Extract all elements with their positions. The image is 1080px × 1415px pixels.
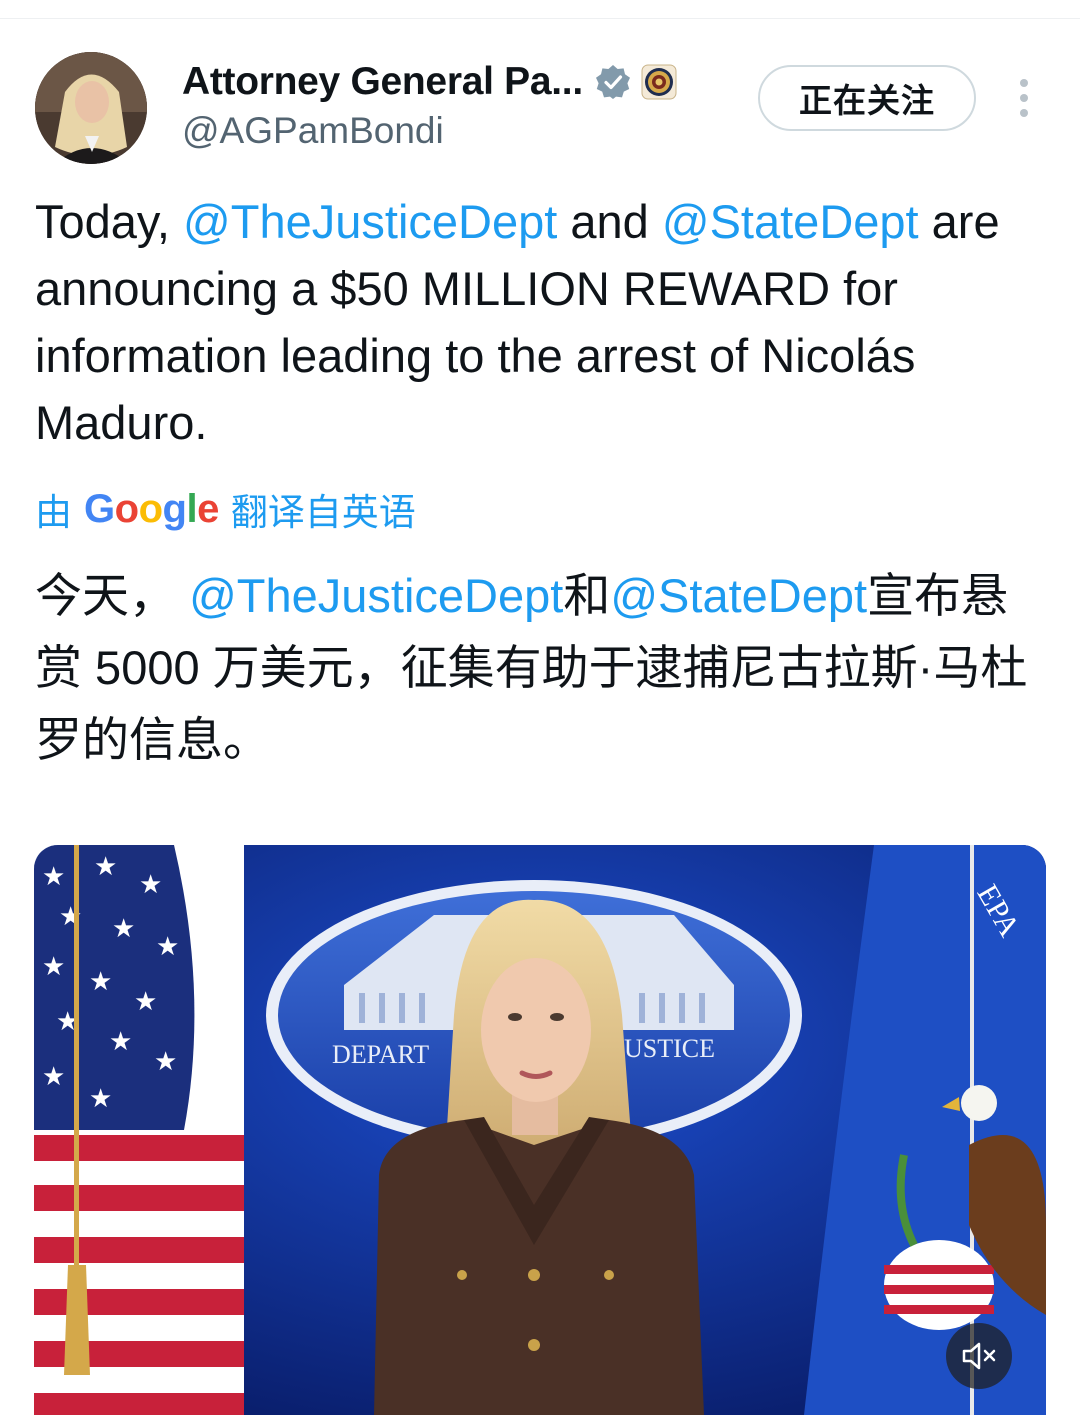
svg-text:★: ★ [109, 1027, 132, 1057]
translated-suffix: 翻译自英语 [230, 492, 416, 533]
translated-text-segment: 和 [563, 569, 611, 622]
mention-link-state-dept[interactable]: @StateDept [662, 195, 919, 248]
google-logo: Google [84, 486, 219, 531]
us-flag: ★ ★★ ★ ★★ ★ ★★ ★★★ ★★ [34, 845, 244, 1415]
svg-text:★: ★ [89, 967, 112, 997]
user-handle[interactable]: @AGPamBondi [182, 110, 444, 152]
following-button[interactable]: 正在关注 [758, 65, 976, 131]
tweet-text-segment: Today, [35, 195, 184, 248]
translated-text: 今天， @TheJusticeDept和@StateDept宣布悬赏 5000 … [35, 560, 1045, 776]
mention-link-justice-dept[interactable]: @TheJusticeDept [189, 569, 563, 622]
tweet-text-segment: and [557, 195, 662, 248]
avatar[interactable] [35, 52, 147, 164]
svg-text:★: ★ [112, 914, 135, 944]
video-frame: DEPART USTICE ★ ★★ ★ ★★ ★ ★★ ★★★ ★★ EPA [34, 845, 1046, 1415]
backdrop-text-left: DEPART [332, 1040, 429, 1069]
translated-text-segment: 今天， [35, 569, 190, 622]
mention-link-justice-dept[interactable]: @TheJusticeDept [183, 195, 557, 248]
svg-text:★: ★ [42, 1062, 65, 1092]
svg-text:★: ★ [154, 1047, 177, 1077]
video-player[interactable]: DEPART USTICE ★ ★ ★ ★ ★ ★ ★ ★ ★ ★ ★ ★ ★ ★ [34, 845, 1046, 1415]
backdrop-text-right: USTICE [624, 1034, 715, 1063]
svg-text:★: ★ [156, 932, 179, 962]
svg-text:★: ★ [94, 852, 117, 882]
svg-text:★: ★ [42, 862, 65, 892]
more-vertical-icon[interactable] [1008, 76, 1040, 120]
verified-badge-icon[interactable] [595, 64, 631, 100]
name-row: Attorney General Pa... [182, 58, 677, 106]
svg-text:★: ★ [89, 1084, 112, 1114]
avatar-photo [35, 52, 147, 164]
volume-muted-icon[interactable] [946, 1323, 1012, 1389]
display-name[interactable]: Attorney General Pa... [182, 60, 583, 104]
svg-text:★: ★ [139, 870, 162, 900]
translated-prefix: 由 [35, 492, 72, 533]
doj-seal-icon[interactable] [641, 64, 677, 100]
mention-link-state-dept[interactable]: @StateDept [610, 569, 867, 622]
tweet-text: Today, @TheJusticeDept and @StateDept ar… [35, 188, 1045, 456]
translated-by-google[interactable]: 由 Google 翻译自英语 [35, 482, 416, 536]
svg-text:★: ★ [42, 952, 65, 982]
svg-text:★: ★ [134, 987, 157, 1017]
top-divider [0, 18, 1080, 19]
